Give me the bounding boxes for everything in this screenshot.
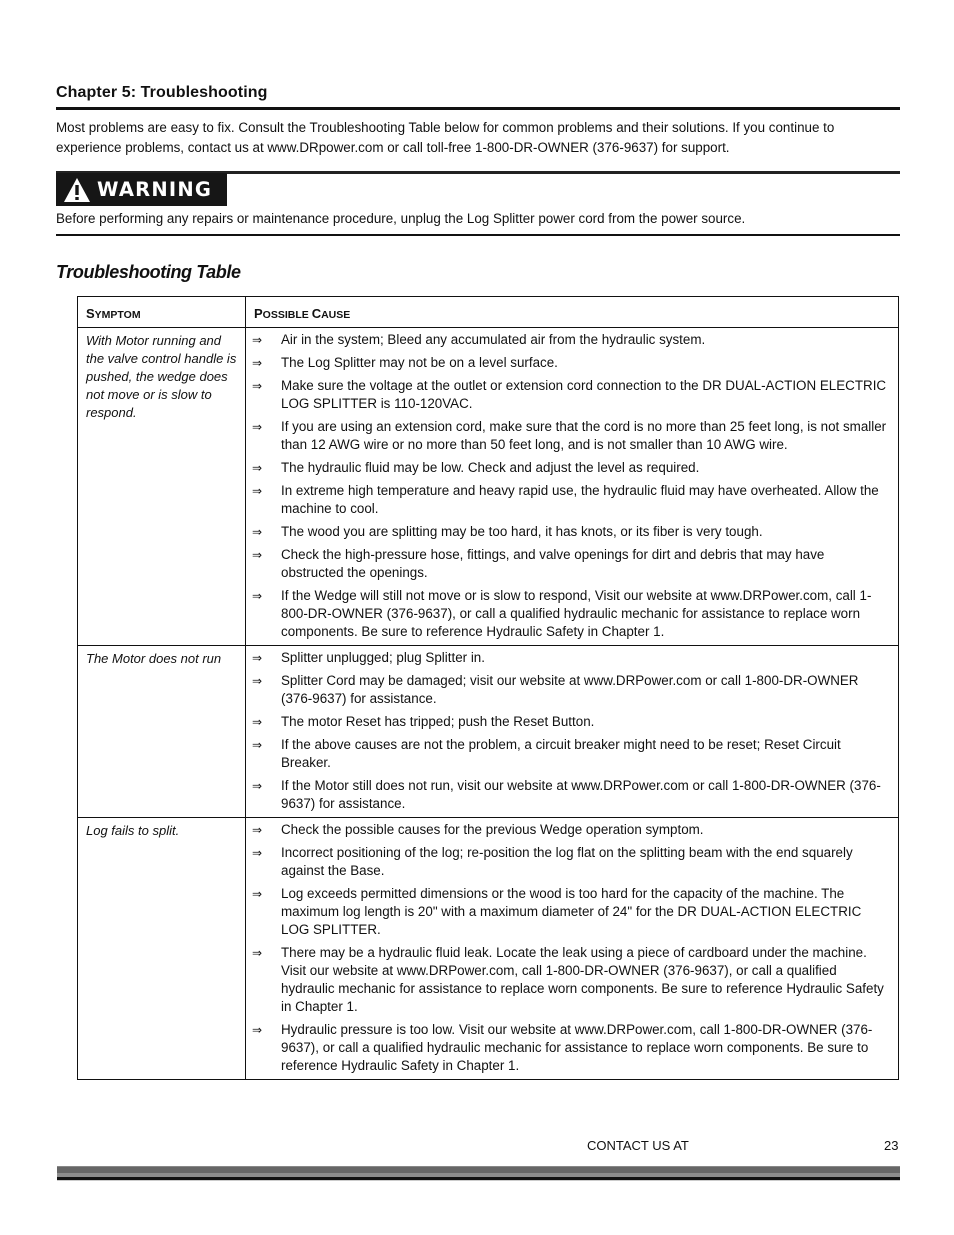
cause-item: ⇒ Splitter Cord may be damaged; visit our…	[252, 672, 890, 708]
cause-item: ⇒ Make sure the voltage at the outlet or …	[252, 377, 890, 413]
double-arrow-right-icon: ⇒	[252, 461, 263, 475]
cause-text: Air in the system; Bleed any accumulated…	[281, 332, 706, 347]
double-arrow-right-icon: ⇒	[252, 379, 263, 393]
cause-text: Log exceeds permitted dimensions or the …	[281, 886, 862, 937]
intro-paragraph: Most problems are easy to fix. Consult t…	[56, 120, 835, 155]
double-arrow-right-icon: ⇒	[252, 823, 263, 837]
cause-item: ⇒ The wood you are splitting may be too h…	[252, 523, 890, 541]
cause-text: Check the high-pressure hose, fittings, …	[281, 547, 825, 580]
warning-label: WARNING	[97, 178, 213, 201]
cause-item: ⇒ If the Motor still does not run, visit …	[252, 777, 890, 813]
cause-item: ⇒ If the above causes are not the problem…	[252, 736, 890, 772]
page-number: 23	[884, 1138, 899, 1153]
footer-contact-text: CONTACT US AT	[587, 1138, 689, 1153]
table-header-row: SYMPTOM POSSIBLE CAUSE	[77, 296, 899, 328]
column-header-symptom: SYMPTOM	[77, 296, 246, 328]
warning-text: Before performing any repairs or mainten…	[56, 211, 746, 226]
cause-text: In extreme high temperature and heavy ra…	[281, 483, 879, 516]
table-row: Log fails to split. ⇒ Check the possible c…	[77, 817, 899, 1080]
cause-text: If the above causes are not the problem,…	[281, 737, 841, 770]
double-arrow-right-icon: ⇒	[252, 779, 263, 793]
troubleshooting-table: SYMPTOM POSSIBLE CAUSE With Motor runnin…	[77, 296, 899, 1080]
cause-item: ⇒ The Log Splitter may not be on a level …	[252, 354, 890, 372]
manual-page: Chapter 5: Troubleshooting Most problems…	[0, 0, 954, 1235]
cause-item: ⇒ If you are using an extension cord, mak…	[252, 418, 890, 454]
double-arrow-right-icon: ⇒	[252, 1023, 263, 1037]
footer-bar	[57, 1166, 900, 1181]
double-arrow-right-icon: ⇒	[252, 738, 263, 752]
chapter-title: Chapter 5: Troubleshooting	[56, 84, 268, 101]
cause-text: The hydraulic fluid may be low. Check an…	[281, 460, 700, 475]
cause-item: ⇒ Log exceeds permitted dimensions or the…	[252, 885, 890, 939]
cause-text: If the Wedge will still not move or is s…	[281, 588, 872, 639]
column-header-possible-cause: POSSIBLE CAUSE	[245, 296, 899, 328]
double-arrow-right-icon: ⇒	[252, 846, 263, 860]
table-row: With Motor running and the valve control…	[77, 327, 899, 646]
double-arrow-right-icon: ⇒	[252, 484, 263, 498]
double-arrow-right-icon: ⇒	[252, 715, 263, 729]
double-arrow-right-icon: ⇒	[252, 420, 263, 434]
cause-list: ⇒ Air in the system; Bleed any accumulate…	[252, 331, 890, 641]
double-arrow-right-icon: ⇒	[252, 946, 263, 960]
symptom-cell: Log fails to split.	[77, 817, 246, 1080]
possible-cause-cell: ⇒ Check the possible causes for the previ…	[245, 817, 899, 1080]
warning-badge: WARNING	[56, 173, 227, 206]
double-arrow-right-icon: ⇒	[252, 589, 263, 603]
symptom-cell: With Motor running and the valve control…	[77, 327, 246, 646]
cause-text: Make sure the voltage at the outlet or e…	[281, 378, 887, 411]
cause-item: ⇒ There may be a hydraulic fluid leak. Lo…	[252, 944, 890, 1016]
cause-item: ⇒ The hydraulic fluid may be low. Check a…	[252, 459, 890, 477]
warning-bottom-rule	[56, 234, 900, 236]
double-arrow-right-icon: ⇒	[252, 887, 263, 901]
cause-item: ⇒ The motor Reset has tripped; push the R…	[252, 713, 890, 731]
double-arrow-right-icon: ⇒	[252, 356, 263, 370]
possible-cause-cell: ⇒ Splitter unplugged; plug Splitter in. ⇒ S…	[245, 645, 899, 818]
possible-cause-cell: ⇒ Air in the system; Bleed any accumulate…	[245, 327, 899, 646]
cause-text: Hydraulic pressure is too low. Visit our…	[281, 1022, 873, 1073]
cause-item: ⇒ Incorrect positioning of the log; re-po…	[252, 844, 890, 880]
cause-text: The Log Splitter may not be on a level s…	[281, 355, 558, 370]
cause-text: Incorrect positioning of the log; re-pos…	[281, 845, 853, 878]
cause-item: ⇒ Check the possible causes for the previ…	[252, 821, 890, 839]
double-arrow-right-icon: ⇒	[252, 525, 263, 539]
cause-list: ⇒ Check the possible causes for the previ…	[252, 821, 890, 1075]
cause-item: ⇒ If the Wedge will still not move or is …	[252, 587, 890, 641]
double-arrow-right-icon: ⇒	[252, 674, 263, 688]
double-arrow-right-icon: ⇒	[252, 548, 263, 562]
chapter-title-rule	[56, 107, 900, 110]
cause-text: Check the possible causes for the previo…	[281, 822, 704, 837]
cause-list: ⇒ Splitter unplugged; plug Splitter in. ⇒ S…	[252, 649, 890, 813]
cause-item: ⇒ Air in the system; Bleed any accumulate…	[252, 331, 890, 349]
double-arrow-right-icon: ⇒	[252, 651, 263, 665]
section-title: Troubleshooting Table	[56, 262, 241, 282]
cause-text: If you are using an extension cord, make…	[281, 419, 887, 452]
cause-item: ⇒ Hydraulic pressure is too low. Visit ou…	[252, 1021, 890, 1075]
cause-text: Splitter Cord may be damaged; visit our …	[281, 673, 859, 706]
cause-item: ⇒ Check the high-pressure hose, fittings,…	[252, 546, 890, 582]
cause-item: ⇒ Splitter unplugged; plug Splitter in.	[252, 649, 890, 667]
double-arrow-right-icon: ⇒	[252, 333, 263, 347]
cause-text: The motor Reset has tripped; push the Re…	[281, 714, 595, 729]
table-row: The Motor does not run ⇒ Splitter unplugge…	[77, 645, 899, 818]
cause-text: The wood you are splitting may be too ha…	[281, 524, 763, 539]
cause-text: There may be a hydraulic fluid leak. Loc…	[281, 945, 884, 1014]
symptom-cell: The Motor does not run	[77, 645, 246, 818]
cause-text: If the Motor still does not run, visit o…	[281, 778, 881, 811]
cause-item: ⇒ In extreme high temperature and heavy r…	[252, 482, 890, 518]
warning-triangle-icon	[64, 177, 90, 202]
cause-text: Splitter unplugged; plug Splitter in.	[281, 650, 485, 665]
